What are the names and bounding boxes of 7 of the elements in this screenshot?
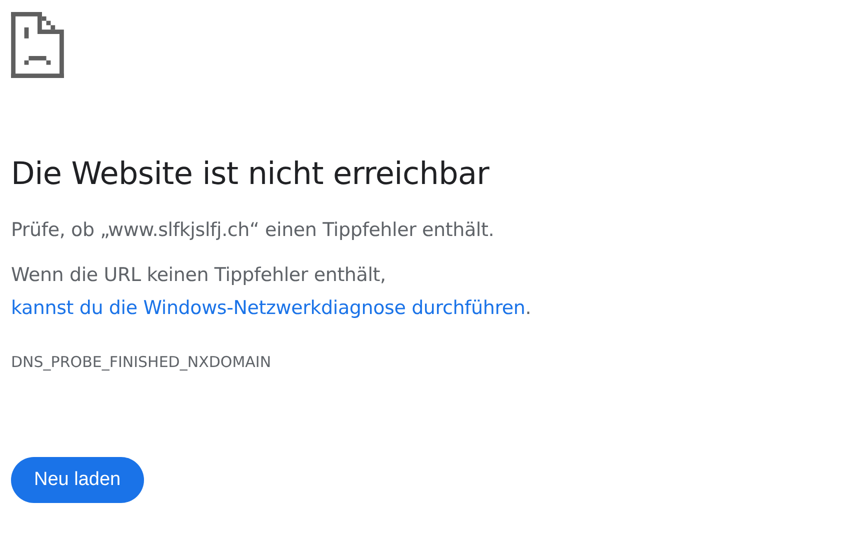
message-text: Prüfe, ob „www.slfkjslfj.ch“ einen Tippfehler enthält. [11, 218, 494, 243]
sad-page-icon [11, 12, 64, 78]
error-code: DNS_PROBE_FINISHED_NXDOMAIN [11, 353, 272, 371]
reload-button[interactable]: Neu laden [11, 457, 144, 503]
message-text: Wenn die URL keinen Tippfehler enthält, kannst du die Windows-Netzwerkdiagnose durchführen. [11, 263, 532, 321]
diagnostics-link[interactable]: kannst du die Windows-Netzwerkdiagnose durchführen [11, 297, 526, 319]
error-heading: Die Website ist nicht erreichbar [11, 155, 490, 194]
